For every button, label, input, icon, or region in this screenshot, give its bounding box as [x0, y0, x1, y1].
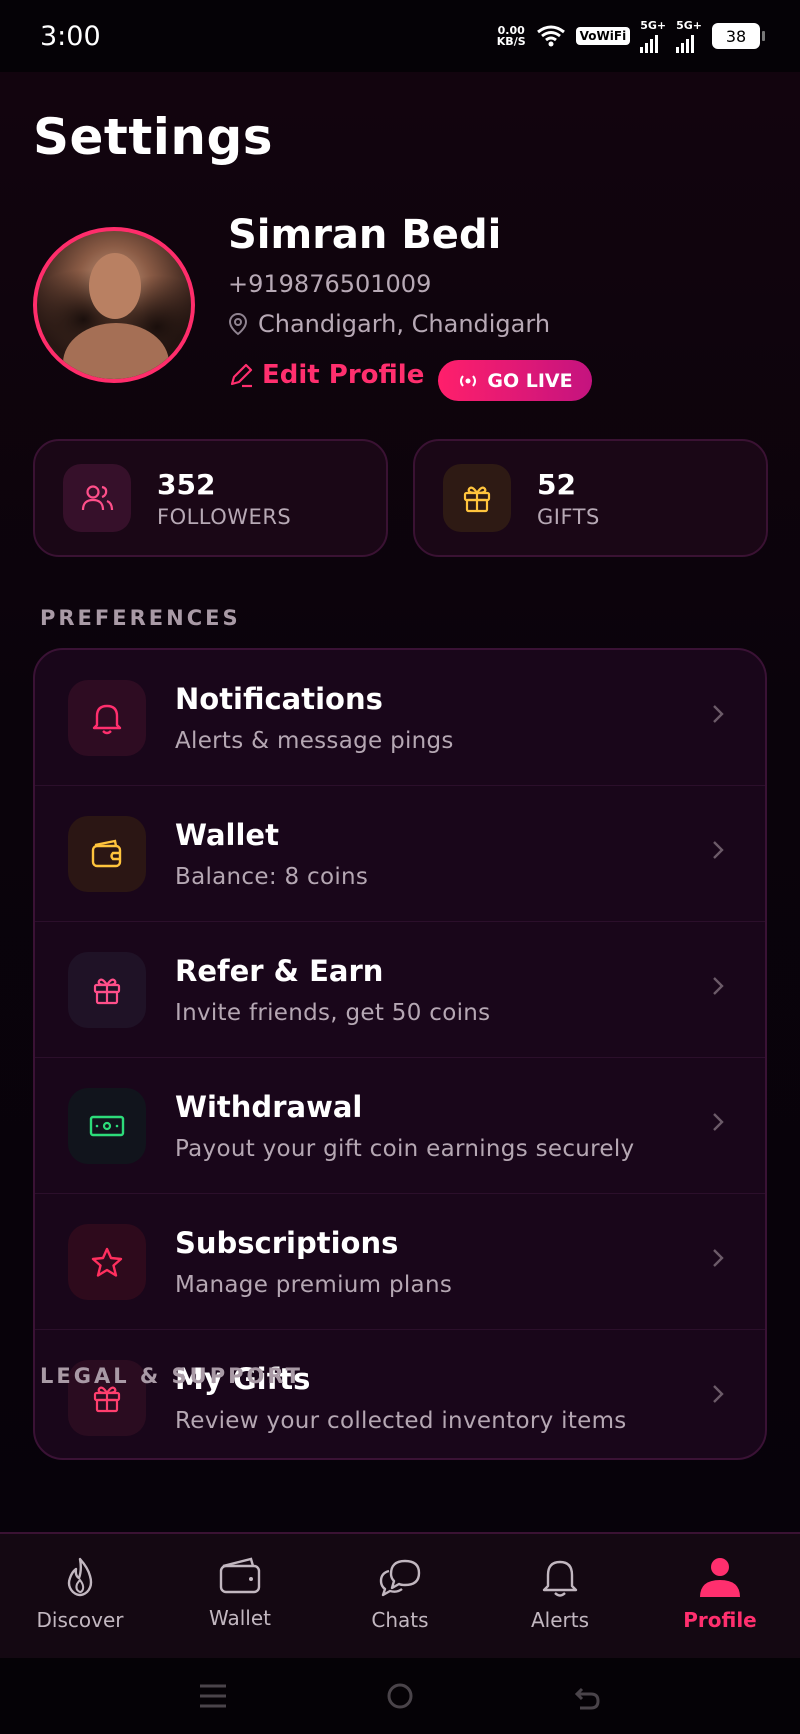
nav-profile[interactable]: Profile [640, 1534, 800, 1658]
gifts-count: 52 [537, 467, 576, 501]
refer-earn-title: Refer & Earn [175, 954, 384, 988]
chat-icon [379, 1559, 421, 1597]
preferences-section-title: PREFERENCES [40, 606, 241, 630]
refer-earn-item[interactable]: Refer & Earn Invite friends, get 50 coin… [35, 922, 765, 1057]
nav-wallet[interactable]: Wallet [160, 1534, 320, 1658]
wallet-title: Wallet [175, 818, 279, 852]
nav-discover[interactable]: Discover [0, 1534, 160, 1658]
vowifi-badge: VoWiFi [575, 27, 631, 45]
profile-name: Simran Bedi [228, 212, 502, 258]
wallet-icon [219, 1557, 261, 1594]
subscriptions-title: Subscriptions [175, 1226, 399, 1260]
chevron-right-icon [713, 1249, 724, 1267]
withdrawal-title: Withdrawal [175, 1090, 363, 1124]
location-pin-icon [228, 312, 248, 336]
home-icon[interactable] [385, 1681, 415, 1711]
nav-profile-label: Profile [683, 1608, 757, 1632]
notifications-subtitle: Alerts & message pings [175, 728, 454, 754]
withdrawal-subtitle: Payout your gift coin earnings securely [175, 1136, 635, 1162]
subscriptions-subtitle: Manage premium plans [175, 1272, 453, 1298]
location-text: Chandigarh, Chandigarh [258, 310, 551, 338]
profile-phone: +919876501009 [228, 270, 432, 298]
nav-wallet-label: Wallet [208, 1606, 271, 1630]
net-speed-unit: KB/S [496, 35, 526, 48]
chevron-right-icon [713, 1113, 724, 1131]
nav-alerts-label: Alerts [530, 1608, 590, 1632]
gifts-card[interactable]: 52 GIFTS [413, 439, 768, 557]
notifications-title: Notifications [175, 682, 383, 716]
settings-screen: Settings Simran Bedi +919876501009 Chand… [0, 72, 800, 1532]
gift-icon [68, 951, 146, 1028]
chevron-right-icon [713, 1385, 724, 1403]
wallet-icon [68, 815, 146, 892]
refer-earn-subtitle: Invite friends, get 50 coins [175, 1000, 491, 1026]
status-bar: 3:00 0.00 KB/S VoWiFi 5G+ 5G+ 38 [0, 0, 800, 72]
go-live-button[interactable]: GO LIVE [438, 360, 592, 401]
chevron-right-icon [713, 841, 724, 859]
signal-icon [640, 31, 659, 53]
chevron-right-icon [713, 977, 724, 995]
signal-icon [676, 31, 695, 53]
sim2-signal: 5G+ [676, 20, 702, 53]
wifi-icon [536, 25, 565, 47]
followers-label: FOLLOWERS [157, 504, 292, 529]
bell-icon [68, 679, 146, 756]
net-speed: 0.00 KB/S [497, 25, 526, 47]
gifts-label: GIFTS [537, 504, 600, 529]
nav-discover-label: Discover [36, 1608, 124, 1632]
bottom-nav: Discover Wallet Chats Alerts Profile [0, 1532, 800, 1658]
my-gifts-subtitle: Review your collected inventory items [175, 1408, 627, 1434]
sim1-label: 5G+ [640, 18, 667, 32]
notifications-item[interactable]: Notifications Alerts & message pings [35, 650, 765, 785]
person-icon [700, 1558, 740, 1597]
users-icon [63, 464, 131, 532]
nav-chats[interactable]: Chats [320, 1534, 480, 1658]
sim2-label: 5G+ [676, 18, 702, 32]
gift-icon [443, 464, 511, 532]
page-title: Settings [33, 108, 274, 166]
pencil-icon [230, 363, 253, 388]
star-icon [68, 1223, 146, 1300]
subscriptions-item[interactable]: Subscriptions Manage premium plans [35, 1194, 765, 1329]
sim1-signal: 5G+ [640, 20, 666, 53]
cash-icon [68, 1087, 146, 1164]
followers-card[interactable]: 352 FOLLOWERS [33, 439, 388, 557]
status-time: 3:00 [40, 20, 101, 52]
preferences-list: Notifications Alerts & message pings Wal… [33, 648, 767, 1460]
my-gifts-item[interactable]: My Gifts Review your collected inventory… [35, 1330, 765, 1458]
battery-level: 38 [725, 26, 747, 46]
flame-icon [67, 1557, 93, 1597]
nav-alerts[interactable]: Alerts [480, 1534, 640, 1658]
avatar[interactable] [33, 227, 195, 383]
menu-icon[interactable] [198, 1682, 228, 1710]
go-live-label: GO LIVE [487, 369, 573, 392]
chevron-right-icon [713, 705, 724, 723]
edit-profile-label: Edit Profile [262, 360, 425, 390]
edit-profile-button[interactable]: Edit Profile [228, 360, 424, 390]
system-nav-bar [0, 1658, 800, 1734]
legal-section-title: LEGAL & SUPPORT [40, 1364, 303, 1388]
wallet-subtitle: Balance: 8 coins [175, 864, 369, 890]
withdrawal-item[interactable]: Withdrawal Payout your gift coin earning… [35, 1058, 765, 1193]
broadcast-icon [460, 374, 477, 387]
battery-icon: 38 [712, 23, 765, 49]
followers-count: 352 [157, 467, 216, 501]
status-icons: 0.00 KB/S VoWiFi 5G+ 5G+ 38 [497, 20, 765, 53]
nav-chats-label: Chats [371, 1608, 429, 1632]
back-icon[interactable] [572, 1681, 602, 1711]
wallet-item[interactable]: Wallet Balance: 8 coins [35, 786, 765, 921]
bell-icon [542, 1560, 578, 1597]
profile-location: Chandigarh, Chandigarh [228, 310, 550, 338]
